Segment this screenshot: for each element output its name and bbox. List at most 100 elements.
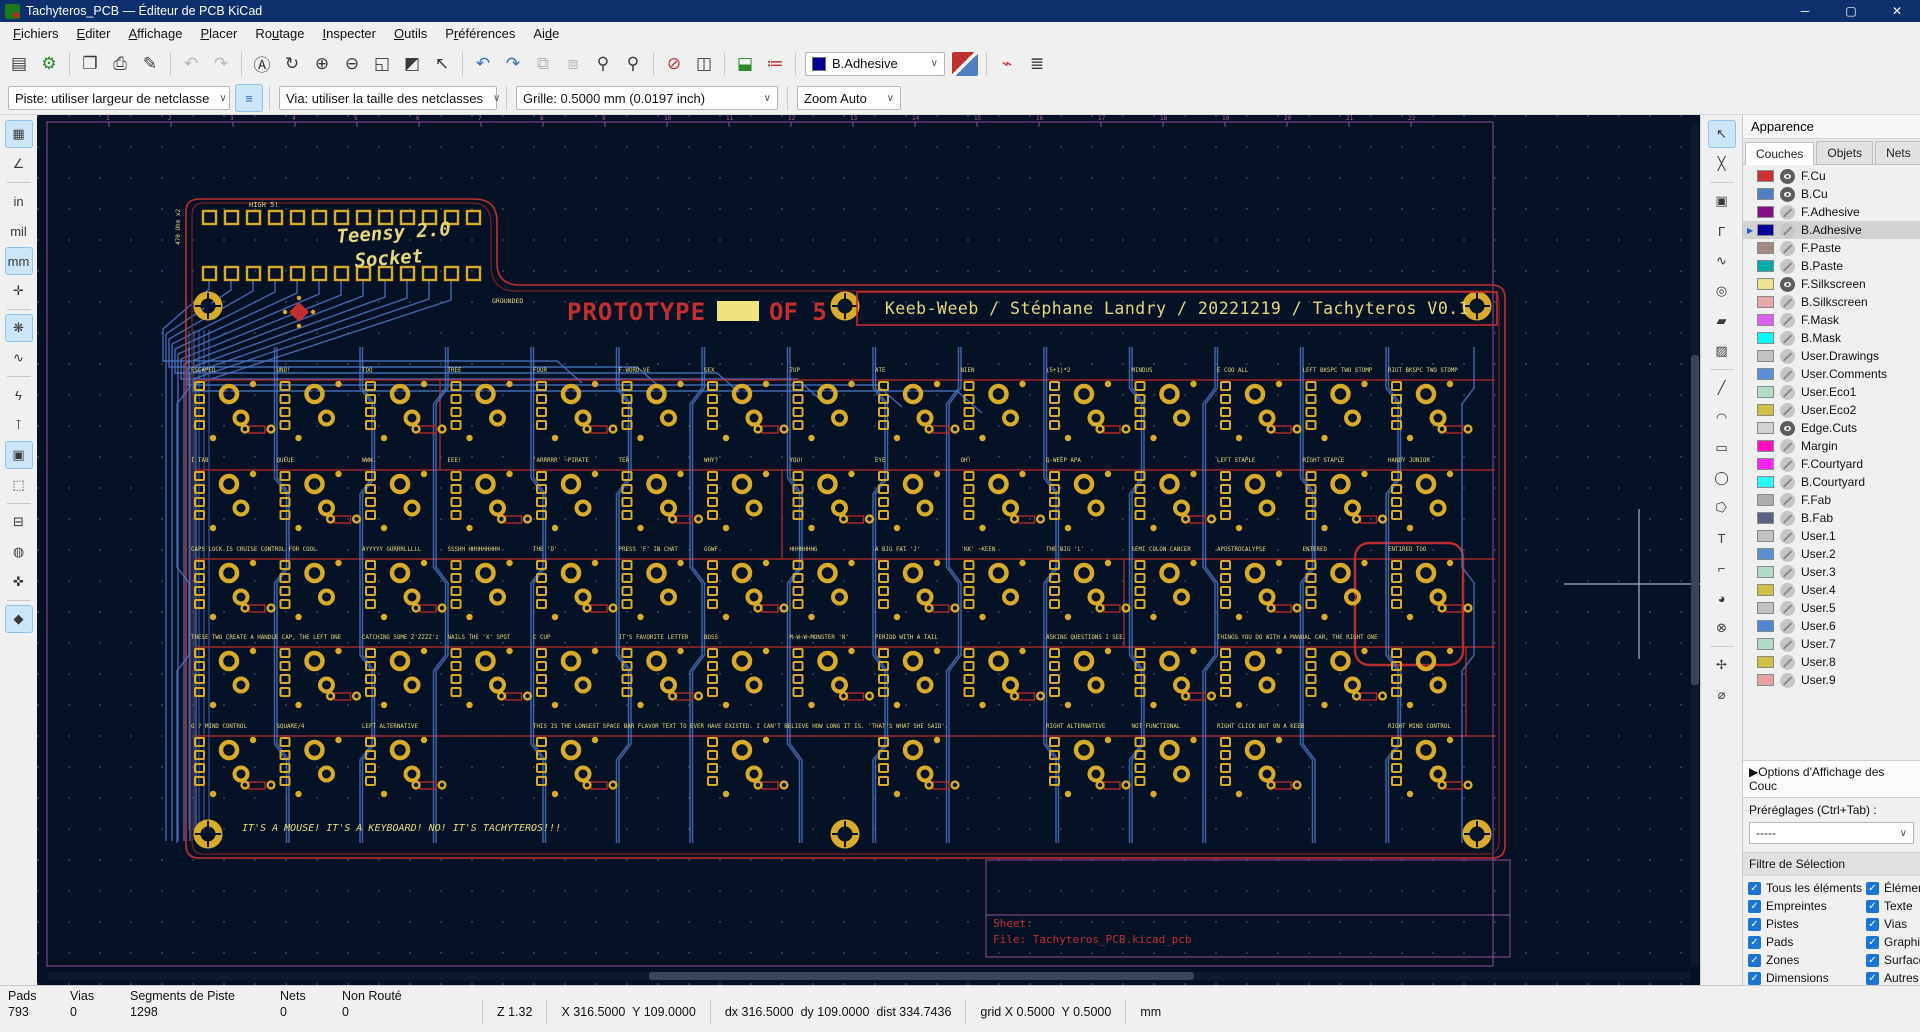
eye-closed-icon[interactable] bbox=[1780, 259, 1795, 274]
menu-affichage[interactable]: Affichage bbox=[120, 23, 192, 44]
zoom-fit-page-button[interactable]: ◱ bbox=[368, 50, 396, 78]
eye-closed-icon[interactable] bbox=[1780, 349, 1795, 364]
layer-color-swatch[interactable] bbox=[1757, 368, 1774, 380]
add-text-tool[interactable]: T bbox=[1708, 524, 1736, 552]
menu-fichiers[interactable]: Fichiers bbox=[4, 23, 68, 44]
filter-graphi[interactable]: ✓Graphi bbox=[1866, 935, 1920, 949]
layer-row-b-fab[interactable]: B.Fab bbox=[1743, 509, 1920, 527]
pcb-drawing[interactable]: 12345678910111213141516171819202122ESCAP… bbox=[37, 115, 1700, 985]
minimize-button[interactable]: ─ bbox=[1782, 0, 1828, 22]
layer-color-swatch[interactable] bbox=[1757, 404, 1774, 416]
filter-zones[interactable]: ✓Zones bbox=[1748, 953, 1866, 967]
filter-texte[interactable]: ✓Texte bbox=[1866, 899, 1920, 913]
layer-color-swatch[interactable] bbox=[1757, 620, 1774, 632]
layer-row-user-eco1[interactable]: User.Eco1 bbox=[1743, 383, 1920, 401]
draw-rect-tool[interactable]: ▭ bbox=[1708, 434, 1736, 462]
eye-closed-icon[interactable] bbox=[1780, 439, 1795, 454]
filter-tousleselements[interactable]: ✓Tous les éléments bbox=[1748, 881, 1866, 895]
select-tool[interactable]: ↖ bbox=[1708, 120, 1736, 148]
eye-closed-icon[interactable] bbox=[1780, 547, 1795, 562]
menu-aide[interactable]: Aide bbox=[524, 23, 568, 44]
zoom-auto-button[interactable]: Ⓐ bbox=[248, 50, 276, 78]
print-button[interactable]: ⎙ bbox=[106, 50, 134, 78]
layer-color-swatch[interactable] bbox=[1757, 224, 1774, 236]
track-width-combo[interactable]: Piste: utiliser largeur de netclasse ∨ bbox=[8, 86, 230, 110]
tab-couches[interactable]: Couches bbox=[1745, 142, 1814, 165]
eye-open-icon[interactable] bbox=[1780, 169, 1795, 184]
layer-color-swatch[interactable] bbox=[1757, 566, 1774, 578]
eye-closed-icon[interactable] bbox=[1780, 385, 1795, 400]
layer-row-f-courtyard[interactable]: F.Courtyard bbox=[1743, 455, 1920, 473]
eye-open-icon[interactable] bbox=[1780, 421, 1795, 436]
layer-color-swatch[interactable] bbox=[1757, 332, 1774, 344]
undo-button[interactable]: ↶ bbox=[469, 50, 497, 78]
eye-closed-icon[interactable] bbox=[1780, 637, 1795, 652]
presets-combo[interactable]: ----- ∨ bbox=[1749, 822, 1914, 844]
draw-arc-tool[interactable]: ◠ bbox=[1708, 404, 1736, 432]
eye-open-icon[interactable] bbox=[1780, 187, 1795, 202]
layer-color-swatch[interactable] bbox=[1757, 494, 1774, 506]
set-origin-tool[interactable]: ✢ bbox=[1708, 651, 1736, 679]
layer-row-b-cu[interactable]: B.Cu bbox=[1743, 185, 1920, 203]
eye-closed-icon[interactable] bbox=[1780, 223, 1795, 238]
layer-row-edge-cuts[interactable]: Edge.Cuts bbox=[1743, 419, 1920, 437]
layer-color-swatch[interactable] bbox=[1757, 512, 1774, 524]
zoom-in-button[interactable]: ⊕ bbox=[308, 50, 336, 78]
layer-row-f-silkscreen[interactable]: F.Silkscreen bbox=[1743, 275, 1920, 293]
eye-closed-icon[interactable] bbox=[1780, 655, 1795, 670]
maximize-button[interactable]: ▢ bbox=[1828, 0, 1874, 22]
layer-color-swatch[interactable] bbox=[1757, 314, 1774, 326]
filter-pistes[interactable]: ✓Pistes bbox=[1748, 917, 1866, 931]
board-setup-button[interactable]: ⚙ bbox=[35, 50, 63, 78]
layer-row-user-6[interactable]: User.6 bbox=[1743, 617, 1920, 635]
eye-closed-icon[interactable] bbox=[1780, 457, 1795, 472]
eye-closed-icon[interactable] bbox=[1780, 529, 1795, 544]
eye-closed-icon[interactable] bbox=[1780, 583, 1795, 598]
layer-color-swatch[interactable] bbox=[1757, 296, 1774, 308]
add-dimension-tool[interactable]: ⌐ bbox=[1708, 554, 1736, 582]
layer-row-f-mask[interactable]: F.Mask bbox=[1743, 311, 1920, 329]
menu-preferences[interactable]: Préférences bbox=[436, 23, 524, 44]
eye-closed-icon[interactable] bbox=[1780, 493, 1795, 508]
layer-color-swatch[interactable] bbox=[1757, 350, 1774, 362]
filter-autres[interactable]: ✓Autres bbox=[1866, 971, 1920, 985]
layer-row-b-silkscreen[interactable]: B.Silkscreen bbox=[1743, 293, 1920, 311]
eye-closed-icon[interactable] bbox=[1780, 565, 1795, 580]
align-target-tool[interactable]: ◕ bbox=[1708, 584, 1736, 612]
layer-row-b-mask[interactable]: B.Mask bbox=[1743, 329, 1920, 347]
layer-row-b-adhesive[interactable]: ▶B.Adhesive bbox=[1743, 221, 1920, 239]
zoom-selection-button[interactable]: ↖ bbox=[428, 50, 456, 78]
close-button[interactable]: ✕ bbox=[1874, 0, 1920, 22]
filter-surface[interactable]: ✓Surface bbox=[1866, 953, 1920, 967]
layer-color-swatch[interactable] bbox=[1757, 206, 1774, 218]
layer-row-user-3[interactable]: User.3 bbox=[1743, 563, 1920, 581]
footprint-visibility-toggle[interactable]: ⊟ bbox=[5, 508, 33, 536]
layer-color-swatch[interactable] bbox=[1757, 548, 1774, 560]
eye-closed-icon[interactable] bbox=[1780, 601, 1795, 616]
layer-row-user-1[interactable]: User.1 bbox=[1743, 527, 1920, 545]
pad-fill-toggle[interactable]: ✜ bbox=[5, 568, 33, 596]
lock-button[interactable]: ⚲ bbox=[589, 50, 617, 78]
page-settings-button[interactable]: ❐ bbox=[76, 50, 104, 78]
filter-elemen[interactable]: ✓Élémen bbox=[1866, 881, 1920, 895]
paste-special-button[interactable]: ⧉ bbox=[529, 50, 557, 78]
polar-coords-toggle[interactable]: ∠ bbox=[5, 150, 33, 178]
layer-row-user-eco2[interactable]: User.Eco2 bbox=[1743, 401, 1920, 419]
layer-color-swatch[interactable] bbox=[1757, 530, 1774, 542]
active-layer-combo[interactable]: B.Adhesive∨ bbox=[805, 52, 945, 76]
eye-closed-icon[interactable] bbox=[1780, 205, 1795, 220]
zoom-redraw-button[interactable]: ↻ bbox=[278, 50, 306, 78]
footprint-outline-toggle[interactable]: ▣ bbox=[5, 441, 33, 469]
zoom-combo[interactable]: Zoom Auto ∨ bbox=[797, 86, 901, 110]
update-pcb-button[interactable]: ⬓ bbox=[731, 50, 759, 78]
route-settings-button[interactable]: ⌁ bbox=[993, 50, 1021, 78]
add-zone-tool[interactable]: ▰ bbox=[1708, 307, 1736, 335]
delete-tool[interactable]: ⊗ bbox=[1708, 614, 1736, 642]
layer-color-swatch[interactable] bbox=[1757, 476, 1774, 488]
layer-row-user-5[interactable]: User.5 bbox=[1743, 599, 1920, 617]
undo-disabled-button[interactable]: ↶ bbox=[177, 50, 205, 78]
layer-row-user-8[interactable]: User.8 bbox=[1743, 653, 1920, 671]
ratsnest-toggle[interactable]: ❋ bbox=[5, 314, 33, 342]
layer-row-f-cu[interactable]: F.Cu bbox=[1743, 167, 1920, 185]
layer-pair-button[interactable] bbox=[952, 52, 978, 76]
